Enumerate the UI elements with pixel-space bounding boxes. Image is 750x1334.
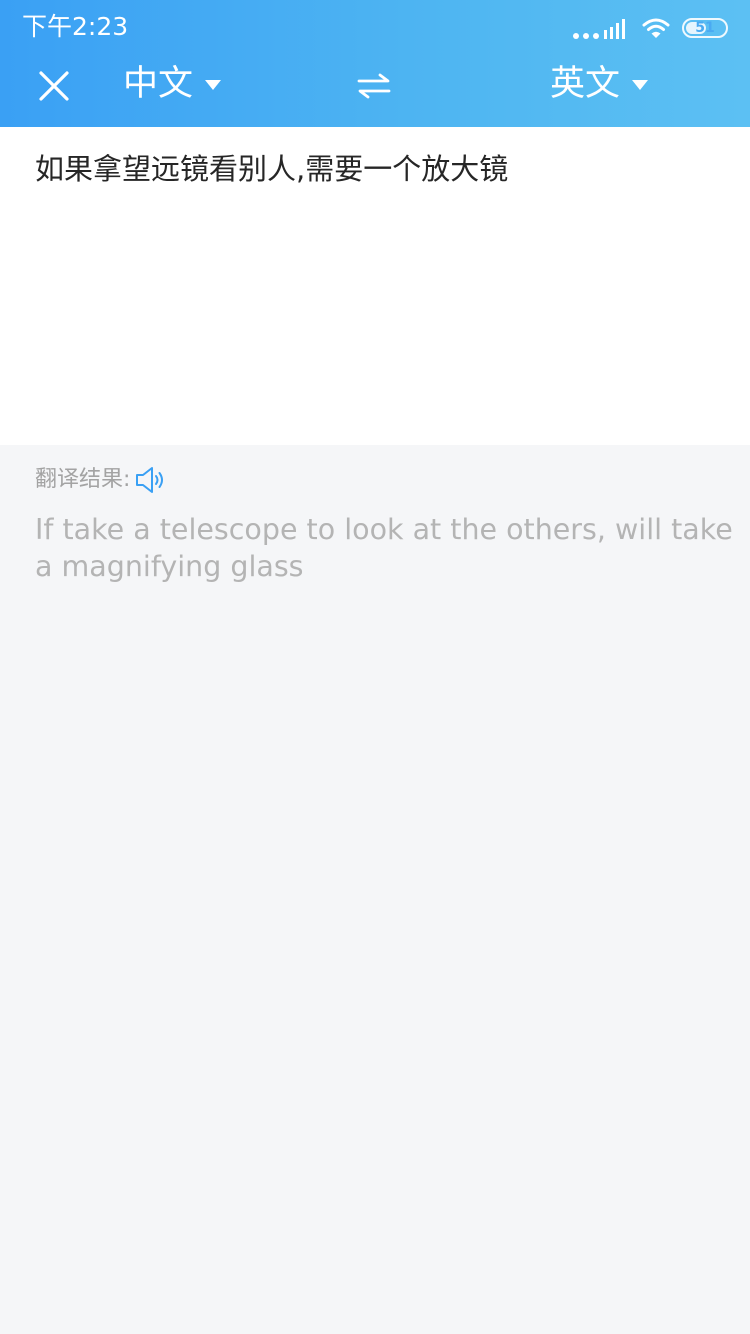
source-language-label: 中文 bbox=[123, 64, 194, 104]
translation-result-text: If take a telescope to look at the other… bbox=[35, 513, 733, 583]
nav-bar: 中文 英文 bbox=[0, 54, 750, 127]
translate-screen: 下午2:23 51 中文 英文 如果拿望远镜看别人,需要一个放大镜 翻译结果: … bbox=[0, 0, 750, 1334]
chevron-down-icon bbox=[632, 80, 649, 90]
target-language-select[interactable]: 英文 bbox=[550, 60, 649, 108]
swap-languages-button[interactable] bbox=[350, 62, 398, 110]
chevron-down-icon bbox=[205, 80, 222, 90]
source-text-area[interactable]: 如果拿望远镜看别人,需要一个放大镜 bbox=[0, 127, 750, 445]
close-icon bbox=[39, 71, 69, 101]
status-bar: 下午2:23 51 bbox=[0, 0, 750, 54]
battery-icon: 51 bbox=[682, 18, 728, 38]
signal-icon bbox=[573, 19, 625, 39]
speaker-button[interactable] bbox=[134, 463, 168, 497]
result-panel: 翻译结果: If take a telescope to look at the… bbox=[0, 445, 750, 1334]
header: 下午2:23 51 中文 英文 bbox=[0, 0, 750, 127]
source-language-select[interactable]: 中文 bbox=[123, 60, 222, 108]
status-time: 下午2:23 bbox=[22, 12, 129, 41]
target-language-label: 英文 bbox=[550, 64, 621, 104]
close-button[interactable] bbox=[30, 62, 78, 110]
swap-arrows-icon bbox=[357, 73, 391, 99]
result-header: 翻译结果: bbox=[35, 463, 168, 497]
source-text[interactable]: 如果拿望远镜看别人,需要一个放大镜 bbox=[35, 149, 725, 189]
battery-level: 51 bbox=[695, 20, 715, 36]
speaker-icon bbox=[136, 467, 164, 493]
result-label: 翻译结果: bbox=[35, 467, 131, 492]
wifi-icon bbox=[642, 18, 670, 38]
status-icons: 51 bbox=[572, 14, 728, 42]
